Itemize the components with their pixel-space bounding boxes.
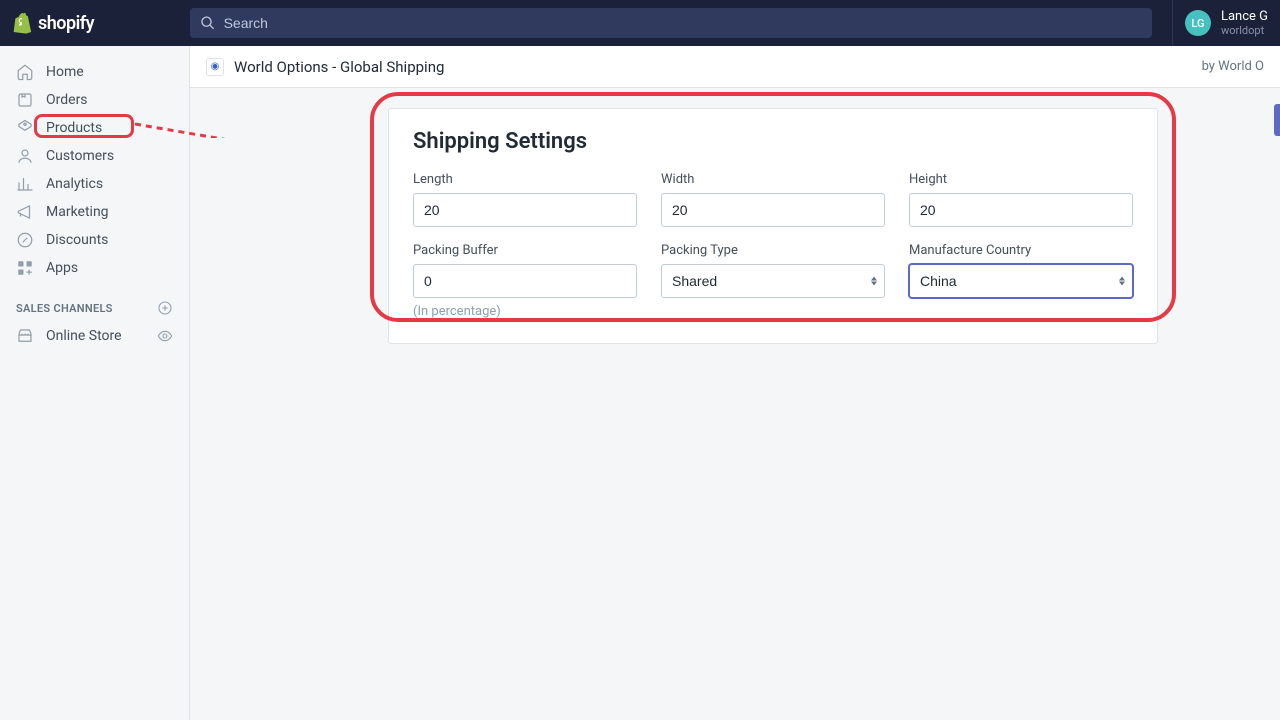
width-input[interactable] (661, 193, 885, 227)
shopify-bag-icon (12, 12, 32, 34)
discounts-icon (16, 231, 34, 249)
sidebar-item-orders[interactable]: Orders (0, 86, 189, 114)
main-content: ◉ World Options - Global Shipping by Wor… (190, 46, 1280, 720)
app-icon: ◉ (206, 58, 224, 76)
packing-type-select[interactable]: Shared (661, 264, 885, 298)
sidebar: Home Orders Products Customers Analytics… (0, 46, 190, 720)
sidebar-item-label: Apps (46, 260, 78, 276)
buffer-help: (In percentage) (413, 304, 637, 319)
marketing-icon (16, 203, 34, 221)
sidebar-item-label: Home (46, 64, 84, 80)
height-label: Height (909, 172, 1133, 187)
sidebar-item-customers[interactable]: Customers (0, 142, 189, 170)
country-select[interactable]: China (909, 264, 1133, 298)
sidebar-item-label: Analytics (46, 176, 103, 192)
analytics-icon (16, 175, 34, 193)
search-icon (200, 15, 216, 31)
sidebar-item-label: Marketing (46, 204, 109, 220)
sidebar-item-products[interactable]: Products (0, 114, 189, 142)
app-header: ◉ World Options - Global Shipping by Wor… (190, 46, 1280, 88)
apps-icon (16, 259, 34, 277)
avatar: LG (1185, 10, 1211, 36)
logo-text: shopify (38, 13, 94, 34)
products-icon (16, 119, 34, 137)
user-sub: worldopt (1221, 24, 1268, 37)
plus-circle-icon[interactable] (157, 300, 173, 316)
search-bar[interactable] (190, 8, 1152, 38)
sidebar-item-label: Customers (46, 148, 114, 164)
sidebar-item-label: Products (46, 120, 102, 136)
sidebar-item-discounts[interactable]: Discounts (0, 226, 189, 254)
sidebar-section-sales-channels: SALES CHANNELS (0, 282, 189, 322)
sidebar-item-label: Discounts (46, 232, 108, 248)
store-icon (16, 327, 34, 345)
length-input[interactable] (413, 193, 637, 227)
packing-type-label: Packing Type (661, 243, 885, 258)
user-name: Lance G (1221, 9, 1268, 25)
sidebar-item-label: Orders (46, 92, 88, 108)
divider (1172, 0, 1173, 46)
sidebar-item-online-store[interactable]: Online Store (0, 322, 189, 350)
home-icon (16, 63, 34, 81)
height-input[interactable] (909, 193, 1133, 227)
orders-icon (16, 91, 34, 109)
logo[interactable]: shopify (12, 12, 190, 34)
app-by-text: by World O (1202, 59, 1264, 74)
buffer-input[interactable] (413, 264, 637, 298)
search-input[interactable] (224, 15, 1142, 31)
buffer-label: Packing Buffer (413, 243, 637, 258)
country-label: Manufacture Country (909, 243, 1133, 258)
user-menu[interactable]: LG Lance G worldopt (1185, 9, 1268, 38)
section-label: SALES CHANNELS (16, 302, 113, 315)
channel-label: Online Store (46, 328, 122, 344)
card-title: Shipping Settings (413, 129, 1133, 154)
sidebar-item-marketing[interactable]: Marketing (0, 198, 189, 226)
sidebar-item-apps[interactable]: Apps (0, 254, 189, 282)
length-label: Length (413, 172, 637, 187)
customers-icon (16, 147, 34, 165)
sidebar-item-analytics[interactable]: Analytics (0, 170, 189, 198)
shipping-settings-card: Shipping Settings Length Width Height (388, 108, 1158, 344)
sidebar-item-home[interactable]: Home (0, 58, 189, 86)
app-title: World Options - Global Shipping (234, 58, 444, 76)
width-label: Width (661, 172, 885, 187)
topbar: shopify LG Lance G worldopt (0, 0, 1280, 46)
eye-icon[interactable] (157, 328, 173, 344)
